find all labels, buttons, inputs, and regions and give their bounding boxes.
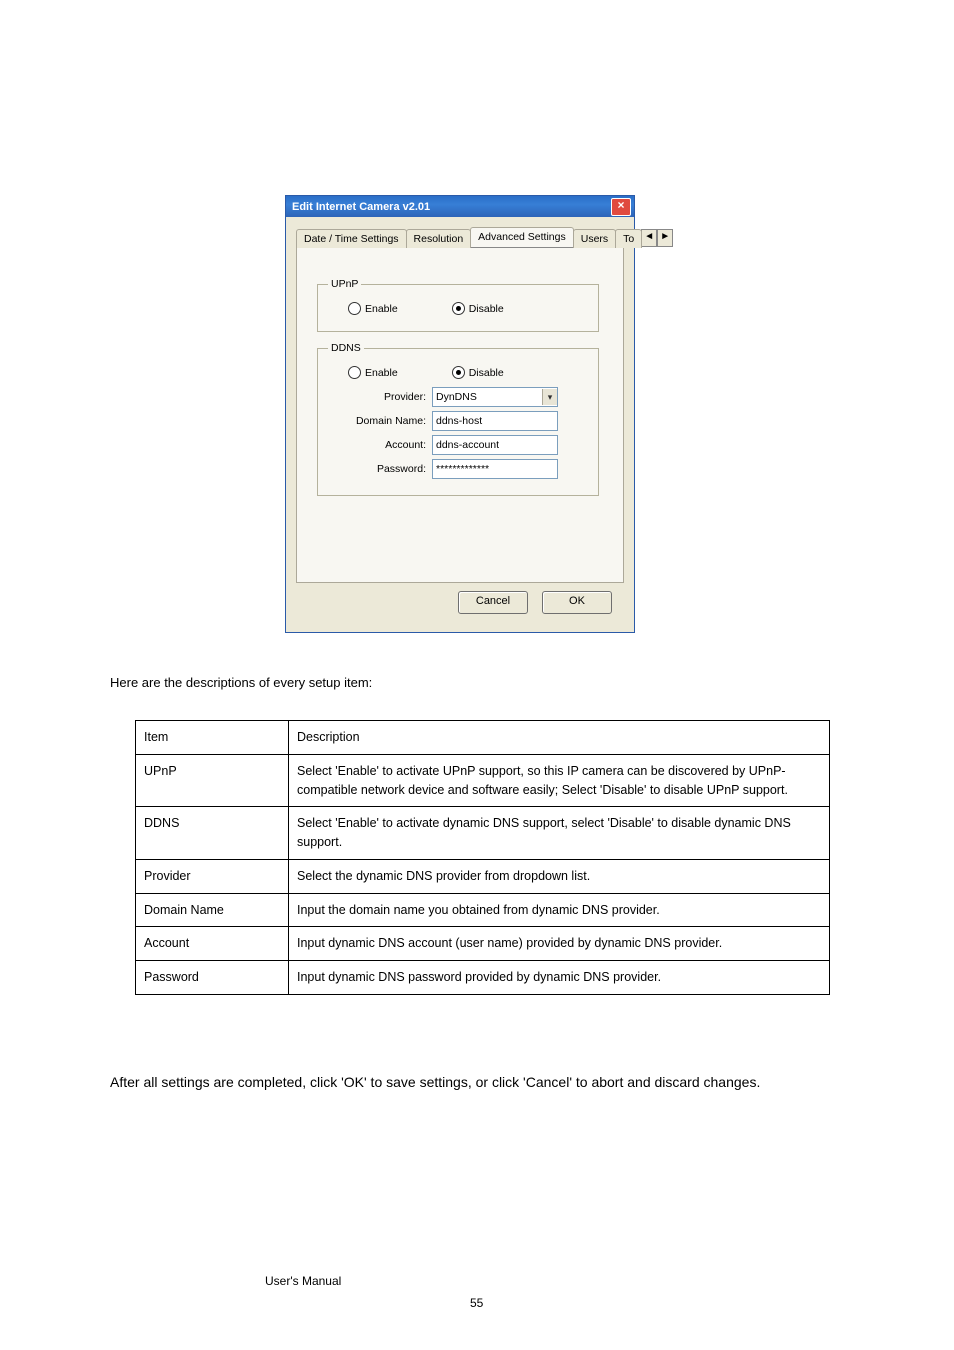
ddns-legend: DDNS xyxy=(328,342,364,354)
description-heading: Here are the descriptions of every setup… xyxy=(110,675,372,690)
provider-dropdown[interactable]: DynDNS ▾ xyxy=(432,387,558,407)
upnp-group: UPnP Enable Disable xyxy=(317,278,599,332)
cell-ddns-desc: Select 'Enable' to activate dynamic DNS … xyxy=(289,807,830,860)
table-header-item: Item xyxy=(136,721,289,755)
tab-users[interactable]: Users xyxy=(573,229,616,248)
account-input[interactable]: ddns-account xyxy=(432,435,558,455)
domain-name-value: ddns-host xyxy=(436,412,482,430)
bottom-note: After all settings are completed, click … xyxy=(110,1070,850,1095)
tab-page-advanced: UPnP Enable Disable DDNS xyxy=(296,248,624,583)
upnp-disable-radio[interactable]: Disable xyxy=(452,302,504,315)
cell-upnp: UPnP xyxy=(136,754,289,807)
tab-resolution[interactable]: Resolution xyxy=(406,229,472,248)
radio-icon xyxy=(452,366,465,379)
tab-scroll-right-icon[interactable]: ► xyxy=(657,229,673,247)
settings-table: Item Description UPnP Select 'Enable' to… xyxy=(135,720,830,995)
tab-scroll: ◄ ► xyxy=(641,229,673,247)
dialog-body: Date / Time Settings Resolution Advanced… xyxy=(286,217,634,632)
tab-advanced-settings[interactable]: Advanced Settings xyxy=(470,227,574,247)
table-row: Password Input dynamic DNS password prov… xyxy=(136,961,830,995)
cell-password: Password xyxy=(136,961,289,995)
upnp-legend: UPnP xyxy=(328,278,361,290)
upnp-enable-radio[interactable]: Enable xyxy=(348,302,398,315)
dialog-button-row: Cancel OK xyxy=(296,583,624,624)
ddns-enable-radio[interactable]: Enable xyxy=(348,366,398,379)
password-label: Password: xyxy=(328,463,432,475)
cell-ddns: DDNS xyxy=(136,807,289,860)
provider-label: Provider: xyxy=(328,391,432,403)
cell-upnp-desc: Select 'Enable' to activate UPnP support… xyxy=(289,754,830,807)
cell-provider: Provider xyxy=(136,859,289,893)
footer-text: User's Manual xyxy=(265,1274,341,1288)
ddns-disable-label: Disable xyxy=(469,367,504,379)
radio-icon xyxy=(348,302,361,315)
upnp-enable-label: Enable xyxy=(365,303,398,315)
cell-account: Account xyxy=(136,927,289,961)
dialog-titlebar: Edit Internet Camera v2.01 × xyxy=(286,196,634,217)
chevron-down-icon: ▾ xyxy=(542,389,557,405)
account-label: Account: xyxy=(328,439,432,451)
domain-name-input[interactable]: ddns-host xyxy=(432,411,558,431)
tab-date-time[interactable]: Date / Time Settings xyxy=(296,229,407,248)
cell-account-desc: Input dynamic DNS account (user name) pr… xyxy=(289,927,830,961)
table-row: Provider Select the dynamic DNS provider… xyxy=(136,859,830,893)
ddns-disable-radio[interactable]: Disable xyxy=(452,366,504,379)
table-row: UPnP Select 'Enable' to activate UPnP su… xyxy=(136,754,830,807)
tab-more[interactable]: To xyxy=(615,229,642,248)
cell-domain-desc: Input the domain name you obtained from … xyxy=(289,893,830,927)
close-icon[interactable]: × xyxy=(611,198,631,216)
edit-camera-dialog: Edit Internet Camera v2.01 × Date / Time… xyxy=(285,195,635,633)
ok-button[interactable]: OK xyxy=(542,591,612,614)
password-value: ************* xyxy=(436,460,489,478)
ddns-enable-label: Enable xyxy=(365,367,398,379)
provider-value: DynDNS xyxy=(436,388,477,406)
domain-name-label: Domain Name: xyxy=(328,415,432,427)
cell-domain: Domain Name xyxy=(136,893,289,927)
tab-scroll-left-icon[interactable]: ◄ xyxy=(641,229,657,247)
table-header-description: Description xyxy=(289,721,830,755)
table-row: Domain Name Input the domain name you ob… xyxy=(136,893,830,927)
radio-icon xyxy=(348,366,361,379)
tab-bar: Date / Time Settings Resolution Advanced… xyxy=(296,225,624,248)
radio-icon xyxy=(452,302,465,315)
cancel-button[interactable]: Cancel xyxy=(458,591,528,614)
table-row: DDNS Select 'Enable' to activate dynamic… xyxy=(136,807,830,860)
dialog-title: Edit Internet Camera v2.01 xyxy=(292,201,611,213)
ddns-group: DDNS Enable Disable Provider: xyxy=(317,342,599,496)
password-input[interactable]: ************* xyxy=(432,459,558,479)
cell-provider-desc: Select the dynamic DNS provider from dro… xyxy=(289,859,830,893)
account-value: ddns-account xyxy=(436,436,499,454)
table-row: Account Input dynamic DNS account (user … xyxy=(136,927,830,961)
upnp-disable-label: Disable xyxy=(469,303,504,315)
cell-password-desc: Input dynamic DNS password provided by d… xyxy=(289,961,830,995)
page-number: 55 xyxy=(470,1296,483,1310)
